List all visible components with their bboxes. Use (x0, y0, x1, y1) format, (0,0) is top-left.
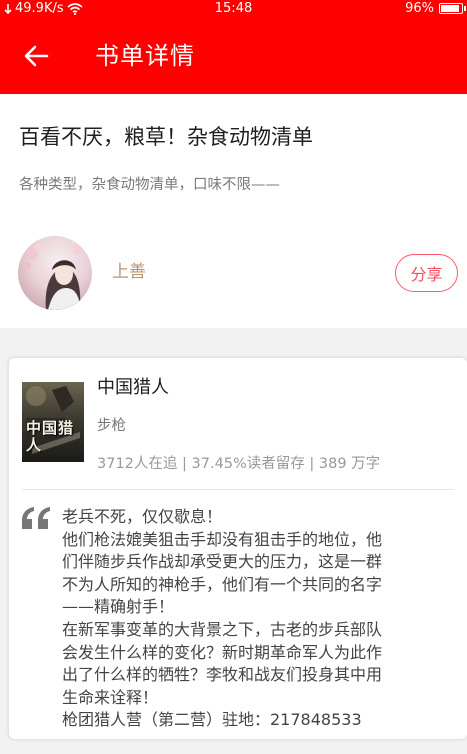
app-bar: 书单详情 (0, 18, 467, 94)
book-review: 老兵不死，仅仅歇息！ 他们枪法媲美狙击手却没有狙击手的地位，他 们伴随步兵作战却… (62, 506, 447, 732)
battery-percent: 96% (405, 1, 434, 16)
review-line: 出了什么样的牺牲？李牧和战友们投身其中用 (62, 665, 383, 685)
book-stats: 3712人在追 | 37.45%读者留存 | 389 万字 (97, 456, 381, 472)
book-title[interactable]: 中国猎人 (97, 375, 169, 401)
review-line: 不为人所知的神枪手，他们有一个共同的名字 (62, 574, 383, 594)
divider (22, 489, 454, 490)
clock: 15:48 (214, 1, 253, 16)
author-name[interactable]: 上善 (112, 260, 146, 284)
battery-icon (439, 3, 466, 14)
review-line: 老兵不死，仅仅歇息！ (62, 507, 223, 526)
author-avatar[interactable] (18, 236, 92, 310)
booklist-title: 百看不厌，粮草！杂食动物清单 (19, 125, 313, 149)
battery-fill (441, 5, 459, 12)
review-line: ——精确射手！ (62, 597, 175, 617)
review-line: 他们枪法媲美狙击手却没有狙击手的地位，他 (62, 529, 383, 549)
share-button[interactable]: 分享 (395, 254, 458, 292)
cover-title: 中国猎人 (26, 419, 75, 454)
book-category: 步枪 (97, 418, 126, 434)
quote-icon (22, 507, 50, 529)
book-card[interactable]: 中国猎人 中国猎人 步枪 3712人在追 | 37.45%读者留存 | 389 … (9, 358, 467, 739)
back-button[interactable] (18, 38, 54, 74)
book-cover[interactable]: 中国猎人 (22, 382, 84, 462)
page-title: 书单详情 (95, 42, 195, 70)
status-bar: 49.9K/s 15:48 96% (0, 0, 467, 18)
review-line: 们伴随步兵作战却承受更大的压力，这是一群 (62, 552, 383, 572)
review-line: 会发生什么样的变化？新时期革命军人为此作 (62, 642, 383, 662)
review-line: 在新军事变革的大背景之下，古老的步兵部队 (62, 619, 383, 639)
review-line: 枪团猎人营（第二营）驻地：217848533 (62, 710, 362, 730)
booklist-header: 百看不厌，粮草！杂食动物清单 各种类型，杂食动物清单，口味不限—— 上善 分享 (0, 94, 467, 328)
review-line: 生命来诠释！ (62, 687, 159, 707)
arrow-left-icon (24, 45, 49, 67)
booklist-description: 各种类型，杂食动物清单，口味不限—— (19, 177, 280, 193)
